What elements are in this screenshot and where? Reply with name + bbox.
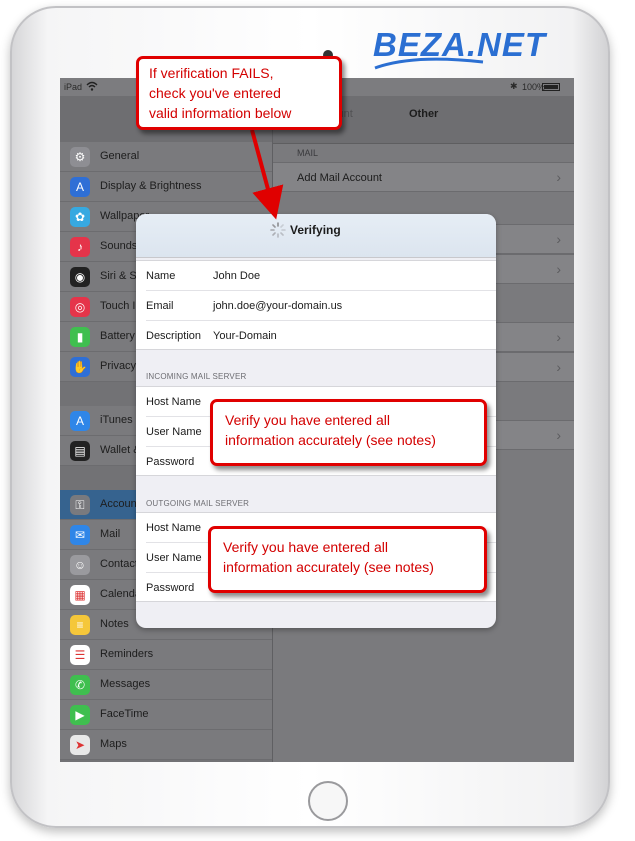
verification-fails-callout: If verification FAILS, check you've ente… (136, 56, 342, 130)
callout-line: If verification FAILS, (149, 65, 274, 81)
callout-line: information accurately (see notes) (223, 559, 434, 575)
callout-line: Verify you have entered all (223, 539, 388, 555)
outgoing-verify-callout: Verify you have entered all information … (208, 526, 487, 593)
incoming-verify-callout: Verify you have entered all information … (210, 399, 487, 466)
callout-line: information accurately (see notes) (225, 432, 436, 448)
callout-line: valid information below (149, 105, 292, 121)
callout-line: Verify you have entered all (225, 412, 390, 428)
callout-line: check you've entered (149, 85, 281, 101)
